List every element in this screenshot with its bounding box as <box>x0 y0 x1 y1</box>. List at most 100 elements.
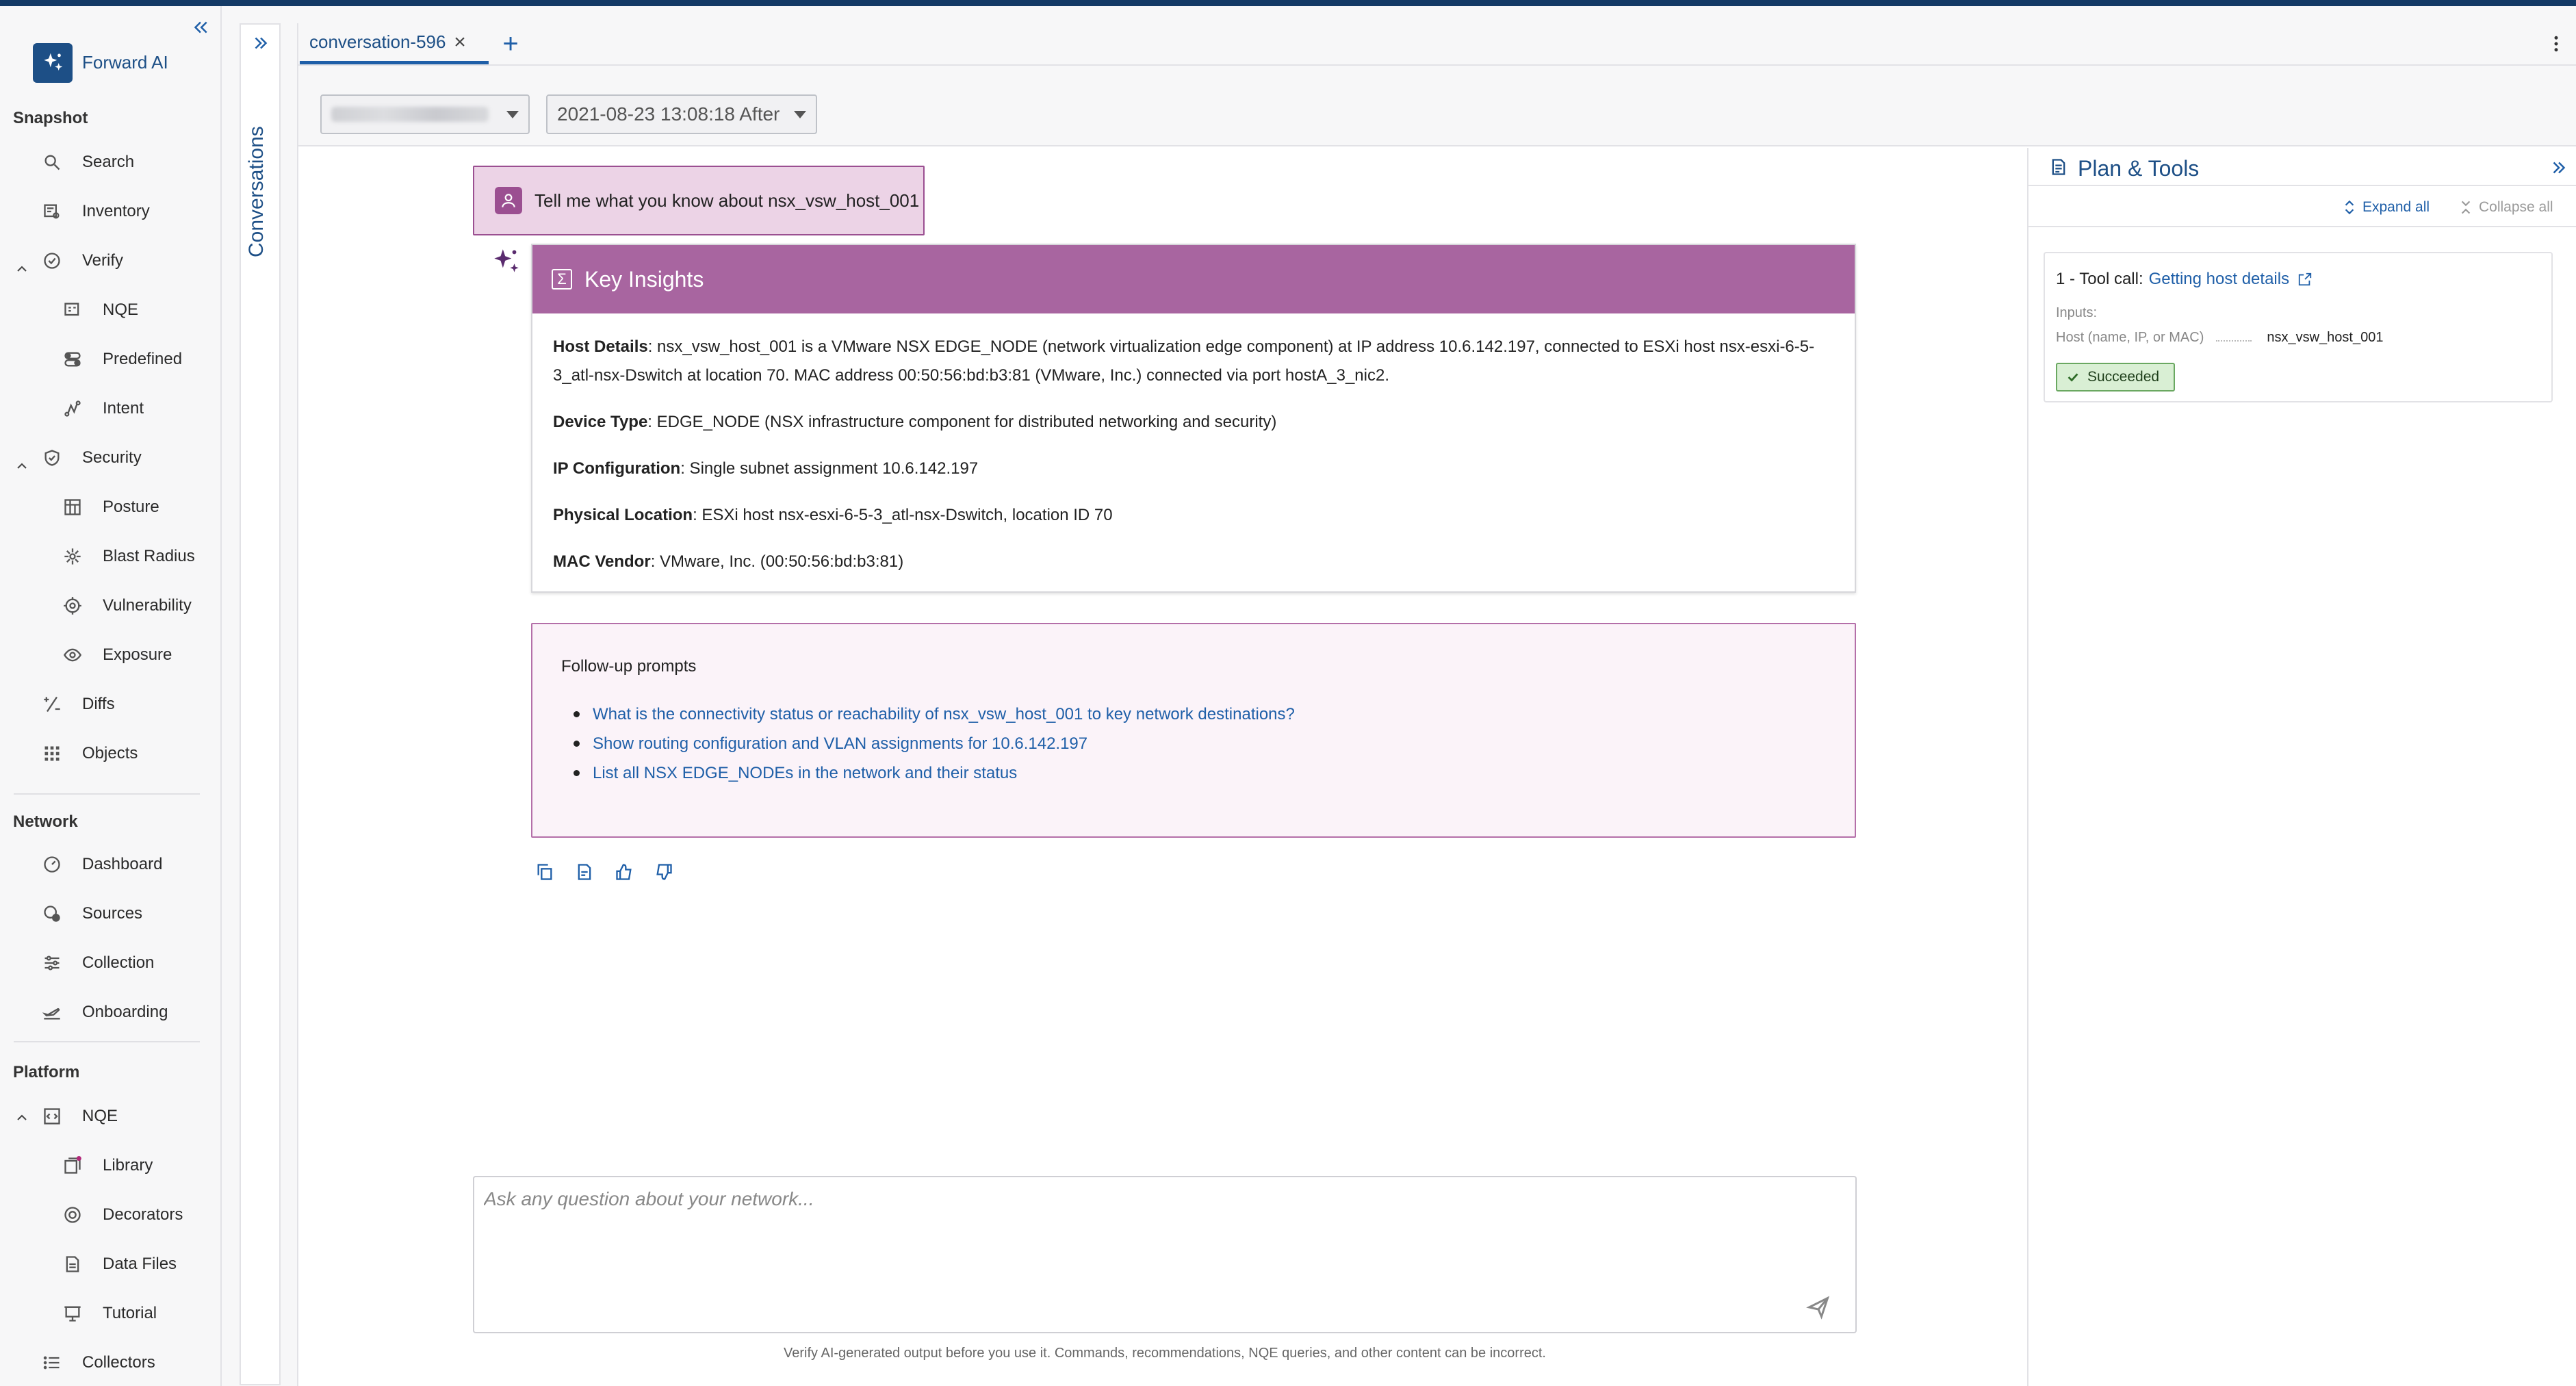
tool-call-card: 1 - Tool call: Getting host details Inpu… <box>2044 252 2553 402</box>
conversations-label[interactable]: Conversations <box>245 107 275 257</box>
plan-controls: Expand all Collapse all <box>2028 188 2576 227</box>
more-vertical-icon[interactable] <box>2546 31 2566 56</box>
filter-bar: 2021-08-23 13:08:18 After <box>298 66 2576 146</box>
conversations-rail: Conversations <box>240 23 281 1385</box>
section-snapshot: Snapshot <box>13 109 88 127</box>
key-insights-body: Host Details: nsx_vsw_host_001 is a VMwa… <box>532 313 1855 576</box>
nav-item-predefined[interactable]: Predefined <box>62 340 182 378</box>
nav-item-diffs[interactable]: Diffs <box>41 685 115 723</box>
sources-icon <box>41 903 63 925</box>
nav-item-intent[interactable]: Intent <box>62 389 144 428</box>
expand-all-button[interactable]: Expand all <box>2341 197 2430 218</box>
nav-item-dashboard[interactable]: Dashboard <box>41 845 162 884</box>
message-actions <box>532 860 691 884</box>
gauge-icon <box>41 854 63 875</box>
nav-item-exposure[interactable]: Exposure <box>62 636 172 674</box>
nav-item-library[interactable]: Library <box>62 1146 153 1185</box>
nav-item-onboarding[interactable]: Onboarding <box>41 993 168 1031</box>
nav-item-objects[interactable]: Objects <box>41 734 138 773</box>
key-insights-header: Σ Key Insights <box>532 245 1855 313</box>
insight-item: MAC Vendor: VMware, Inc. (00:50:56:bd:b3… <box>553 552 904 571</box>
section-network: Network <box>13 812 78 831</box>
network-select[interactable] <box>320 94 530 134</box>
nav-item-sources[interactable]: Sources <box>41 895 142 933</box>
export-report-icon[interactable] <box>572 860 597 884</box>
caret-down-icon <box>506 111 519 118</box>
nav-item-inventory[interactable]: Inventory <box>41 192 150 231</box>
forward-ai-logo[interactable] <box>33 43 73 83</box>
external-link-icon[interactable] <box>2297 272 2313 287</box>
file-icon <box>62 1253 83 1275</box>
shield-icon <box>41 447 63 469</box>
thumbs-down-icon[interactable] <box>652 860 676 884</box>
double-chevron-left-icon[interactable] <box>190 17 211 38</box>
sliders-icon <box>41 952 63 974</box>
insight-item: Host Details: nsx_vsw_host_001 is a VMwa… <box>553 337 1815 385</box>
main-area: conversation-596 × + 2021-08-23 13:08:18… <box>297 23 2576 1386</box>
double-chevron-right-icon[interactable] <box>2549 157 2569 178</box>
ai-disclaimer: Verify AI-generated output before you us… <box>784 1346 1546 1361</box>
insight-item: Physical Location: ESXi host nsx-esxi-6-… <box>553 506 1113 524</box>
redacted-network-name <box>331 107 489 122</box>
chevron-up-icon[interactable] <box>14 261 30 277</box>
nav-item-tutorial[interactable]: Tutorial <box>62 1294 157 1333</box>
check-circle-icon <box>41 250 63 272</box>
send-icon[interactable] <box>1806 1295 1831 1320</box>
nqe-icon <box>62 299 83 321</box>
nav-item-security[interactable]: Security <box>41 439 142 477</box>
eye-icon <box>62 644 83 666</box>
nav-item-platform-nqe[interactable]: NQE <box>41 1097 118 1135</box>
plan-header: Plan & Tools <box>2028 148 2576 186</box>
nav-item-blast-radius[interactable]: Blast Radius <box>62 537 195 576</box>
snapshot-select[interactable]: 2021-08-23 13:08:18 After <box>546 94 817 134</box>
close-icon[interactable]: × <box>450 32 469 53</box>
target-icon <box>62 595 83 617</box>
nav-item-vulnerability[interactable]: Vulnerability <box>62 587 192 625</box>
nav-item-data-files[interactable]: Data Files <box>62 1245 177 1283</box>
path-icon <box>62 398 83 420</box>
section-platform: Platform <box>13 1063 80 1081</box>
double-chevron-right-icon[interactable] <box>250 33 271 53</box>
followup-link[interactable]: What is the connectivity status or reach… <box>574 700 1846 729</box>
nav-item-verify[interactable]: Verify <box>41 242 123 280</box>
nav-item-collectors[interactable]: Collectors <box>41 1344 155 1382</box>
expand-icon <box>2345 200 2354 215</box>
nav-item-nqe[interactable]: NQE <box>62 291 138 329</box>
thumbs-up-icon[interactable] <box>612 860 636 884</box>
grid-report-icon <box>62 496 83 518</box>
nav-item-search[interactable]: Search <box>41 143 134 181</box>
collapse-all-button[interactable]: Collapse all <box>2457 197 2553 218</box>
insight-item: IP Configuration: Single subnet assignme… <box>553 459 979 478</box>
diff-icon <box>41 693 63 715</box>
nav-item-posture[interactable]: Posture <box>62 488 159 526</box>
nav-item-decorators[interactable]: Decorators <box>62 1196 183 1234</box>
divider <box>14 793 200 795</box>
tool-call-link[interactable]: Getting host details <box>2149 270 2289 289</box>
code-icon <box>41 1105 63 1127</box>
chevron-up-icon[interactable] <box>14 1109 30 1126</box>
followup-list: What is the connectivity status or reach… <box>574 700 1846 788</box>
followup-prompts-card: Follow-up prompts What is the connectivi… <box>531 623 1856 838</box>
blast-icon <box>62 546 83 567</box>
user-icon <box>495 187 522 214</box>
toggle-icon <box>62 348 83 370</box>
collapse-icon <box>2461 201 2471 214</box>
chat-input-box[interactable] <box>473 1176 1857 1333</box>
list-icon <box>41 1352 63 1374</box>
insight-item: Device Type: EDGE_NODE (NSX infrastructu… <box>553 413 1277 431</box>
inventory-icon <box>41 201 63 222</box>
tool-call-inputs-label: Inputs: <box>2056 305 2098 320</box>
tab-bar: conversation-596 × + <box>298 23 2576 66</box>
app-name[interactable]: Forward AI <box>82 52 168 73</box>
search-icon <box>41 151 63 173</box>
ai-sparkle-icon <box>494 249 519 272</box>
followup-link[interactable]: Show routing configuration and VLAN assi… <box>574 729 1846 758</box>
nav-item-collection[interactable]: Collection <box>41 944 154 982</box>
followup-title: Follow-up prompts <box>561 657 697 676</box>
chat-input[interactable] <box>484 1184 1784 1214</box>
chevron-up-icon[interactable] <box>14 458 30 474</box>
add-tab-button[interactable]: + <box>497 30 524 57</box>
copy-icon[interactable] <box>532 860 557 884</box>
plane-icon <box>41 1001 63 1023</box>
followup-link[interactable]: List all NSX EDGE_NODEs in the network a… <box>574 758 1846 788</box>
